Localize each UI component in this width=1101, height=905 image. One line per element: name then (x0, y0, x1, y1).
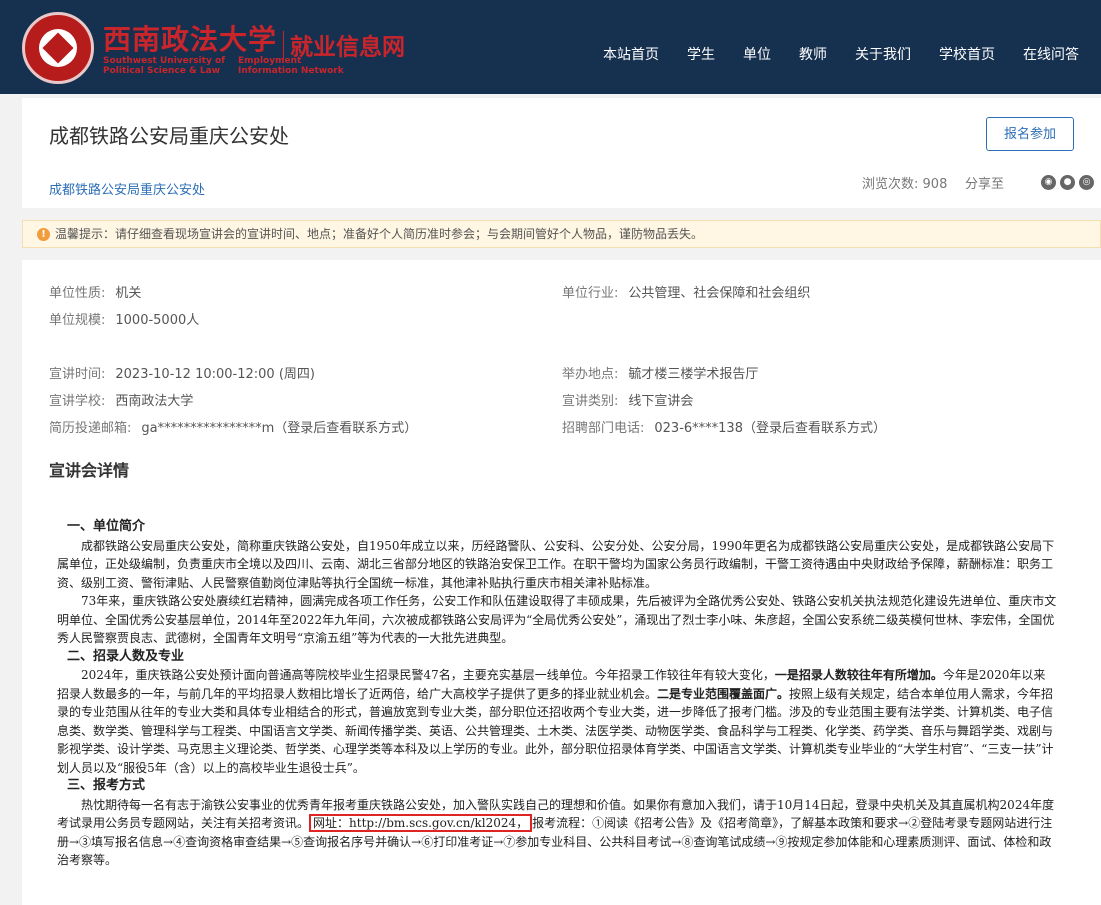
share-label: 分享至 (965, 177, 1005, 192)
scale-value: 1000-5000人 (115, 313, 200, 328)
nav-qa[interactable]: 在线问答 (1009, 44, 1093, 64)
venue-value: 毓才楼三楼学术报告厅 (628, 367, 759, 382)
notice-banner: ! 温馨提示：请仔细查看现场宣讲会的宣讲时间、地点；准备好个人简历准时参会；与会… (22, 220, 1101, 248)
brand[interactable]: 西南政法大学 就业信息网 Southwest University of Polit… (103, 18, 405, 76)
time-label: 宣讲时间: (49, 367, 106, 382)
recruit-text-a: 2024年，重庆铁路公安处预计面向普通高等院校毕业生招录民警47名，主要充实基层… (81, 668, 775, 682)
school-name-en-line2: Political Science & Law (103, 66, 221, 76)
nav-teachers[interactable]: 教师 (785, 44, 841, 64)
email-label: 简历投递邮箱: (49, 421, 132, 436)
venue-label: 举办地点: (562, 367, 619, 382)
email-value: ga****************m（登录后查看联系方式） (141, 421, 418, 436)
warning-icon: ! (37, 228, 50, 241)
info-industry: 单位行业: 公共管理、社会保障和社会组织 (562, 282, 810, 301)
qq-icon[interactable]: ● (1060, 175, 1075, 190)
views-value: 908 (922, 177, 948, 192)
nav-about[interactable]: 关于我们 (841, 44, 925, 64)
nav-students[interactable]: 学生 (673, 44, 729, 64)
wechat-icon[interactable]: ◉ (1041, 175, 1056, 190)
info-time: 宣讲时间: 2023-10-12 10:00-12:00 (周四) (49, 363, 315, 382)
paragraph-apply: 热忱期待每一名有志于渝铁公安事业的优秀青年报考重庆铁路公安处，加入警队实践自己的… (57, 796, 1057, 870)
event-detail-card: 单位性质: 机关 单位行业: 公共管理、社会保障和社会组织 单位规模: 1000-50… (22, 260, 1101, 905)
school-logo[interactable] (22, 12, 94, 84)
event-header-card: 成都铁路公安局重庆公安处 成都铁路公安局重庆公安处 报名参加 浏览次数: 908… (22, 98, 1101, 208)
paragraph-recruitment: 2024年，重庆铁路公安处预计面向普通高等院校毕业生招录民警47名，主要充实基层… (57, 666, 1057, 777)
detail-content: 一、单位简介 成都铁路公安局重庆公安处，简称重庆铁路公安处，自1950年成立以来… (57, 518, 1057, 870)
heading-unit-intro: 一、单位简介 (67, 519, 146, 534)
heading-apply: 三、报考方式 (67, 778, 146, 793)
industry-value: 公共管理、社会保障和社会组织 (628, 286, 811, 301)
phone-value: 023-6****138（登录后查看联系方式） (654, 421, 886, 436)
nav-school-home[interactable]: 学校首页 (925, 44, 1009, 64)
paragraph-intro-2: 73年来，重庆铁路公安处赓续红岩精神，圆满完成各项工作任务，公安工作和队伍建设取… (57, 594, 1057, 645)
site-name-en: Employment Information Network (238, 56, 344, 76)
weibo-icon[interactable]: ◎ (1079, 175, 1094, 190)
scale-label: 单位规模: (49, 313, 106, 328)
top-header: 西南政法大学 就业信息网 Southwest University of Polit… (0, 0, 1101, 94)
info-scale: 单位规模: 1000-5000人 (49, 309, 199, 328)
recruit-highlight-2: 二是专业范围覆盖面广。 (657, 686, 790, 701)
view-count: 浏览次数: 908 (862, 173, 947, 192)
phone-label: 招聘部门电话: (562, 421, 645, 436)
site-name-en-line2: Information Network (238, 66, 344, 76)
nav-home[interactable]: 本站首页 (589, 44, 673, 64)
category-label: 宣讲类别: (562, 394, 619, 409)
info-nature: 单位性质: 机关 (49, 282, 141, 301)
category-value: 线下宣讲会 (628, 394, 694, 409)
school-name: 西南政法大学 (103, 23, 278, 56)
brand-divider (283, 30, 285, 59)
info-school: 宣讲学校: 西南政法大学 (49, 390, 193, 409)
page-title: 成都铁路公安局重庆公安处 (49, 124, 289, 148)
school-label: 宣讲学校: (49, 394, 106, 409)
school-name-en-line1: Southwest University of (103, 56, 226, 66)
info-category: 宣讲类别: 线下宣讲会 (562, 390, 693, 409)
school-name-en: Southwest University of Political Science… (103, 56, 225, 76)
nav-employers[interactable]: 单位 (729, 44, 785, 64)
info-phone: 招聘部门电话: 023-6****138（登录后查看联系方式） (562, 417, 886, 436)
main-nav: 本站首页 学生 单位 教师 关于我们 学校首页 在线问答 (589, 44, 1093, 64)
time-value: 2023-10-12 10:00-12:00 (周四) (115, 367, 315, 382)
paragraph-intro-1: 成都铁路公安局重庆公安处，简称重庆铁路公安处，自1950年成立以来，历经路警队、… (57, 538, 1055, 590)
info-venue: 举办地点: 毓才楼三楼学术报告厅 (562, 363, 758, 382)
heading-recruitment: 二、招录人数及专业 (67, 648, 185, 664)
nature-label: 单位性质: (49, 286, 106, 301)
info-email: 简历投递邮箱: ga****************m（登录后查看联系方式） (49, 417, 417, 436)
school-value: 西南政法大学 (115, 394, 194, 409)
recruit-highlight-1: 一是招录人数较往年有所增加。 (774, 668, 943, 682)
apply-button[interactable]: 报名参加 (986, 117, 1074, 151)
site-name-en-line1: Employment (238, 56, 302, 66)
nature-value: 机关 (115, 286, 142, 301)
share-icons: ◉ ● ◎ (1041, 175, 1094, 190)
section-title: 宣讲会详情 (49, 461, 130, 480)
apply-url[interactable]: 网址：http://bm.scs.gov.cn/kl2024， (309, 814, 533, 832)
notice-text: 温馨提示：请仔细查看现场宣讲会的宣讲时间、地点；准备好个人简历准时参会；与会期间… (55, 227, 704, 241)
industry-label: 单位行业: (562, 286, 619, 301)
company-link[interactable]: 成都铁路公安局重庆公安处 (49, 179, 205, 198)
views-label: 浏览次数: (862, 177, 919, 192)
